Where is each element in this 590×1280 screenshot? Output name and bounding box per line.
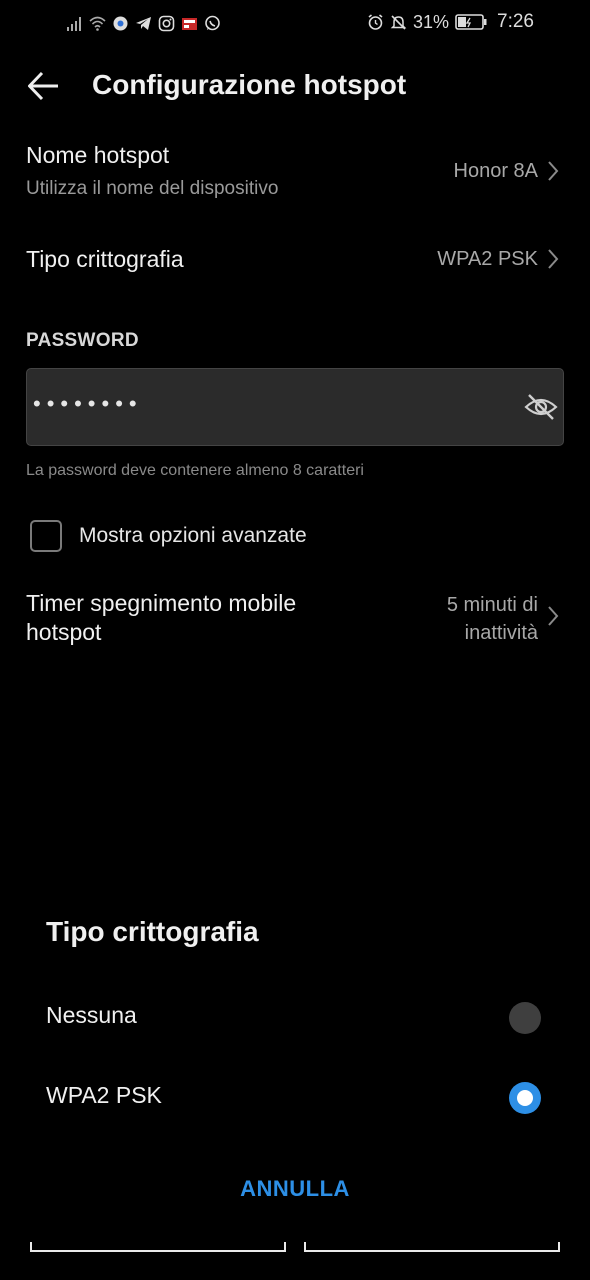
timer-label: Timer spegnimento mobile hotspot [26,589,296,647]
option-wpa2[interactable]: WPA2 PSK [0,1062,590,1132]
password-hint: La password deve contenere almeno 8 cara… [26,462,364,479]
chevron-right-icon [548,606,559,626]
page-title: Configurazione hotspot [92,69,407,100]
hotspot-name-label: Nome hotspot [26,142,170,168]
timer-value-line2: inattività [464,622,538,644]
whatsapp-icon [205,15,220,30]
timer-row[interactable]: Timer spegnimento mobile hotspot 5 minut… [0,585,590,655]
hotspot-name-value: Honor 8A [453,160,539,182]
encryption-label: Tipo crittografia [26,246,184,272]
instagram-icon [158,15,175,31]
encryption-row[interactable]: Tipo crittografia WPA2 PSK [0,230,590,290]
encryption-dialog: Tipo crittografia Nessuna WPA2 PSK ANNUL… [0,880,590,1280]
dialog-title: Tipo crittografia [46,916,259,947]
clock: 7:26 [497,11,534,32]
chevron-right-icon [548,249,559,269]
mute-notifications-icon [390,14,407,30]
password-section-header: PASSWORD [26,330,139,351]
hotspot-name-sub: Utilizza il nome del dispositivo [26,178,279,199]
vpn-icon [113,16,128,30]
timer-value: 5 minuti di inattività [447,591,538,647]
wifi-icon [89,16,106,31]
option-wpa2-label: WPA2 PSK [46,1082,162,1108]
advanced-options-checkbox[interactable] [30,520,62,552]
battery-percent: 31% [412,11,450,32]
battery-icon [455,14,487,30]
status-bar: 31% 7:26 [0,0,590,46]
eye-off-icon[interactable] [523,389,559,425]
cancel-button[interactable]: ANNULLA [0,1176,590,1202]
nav-bar-right [304,1242,560,1252]
option-none[interactable]: Nessuna [0,982,590,1052]
timer-label-line1: Timer spegnimento mobile [26,590,297,616]
app-bar: Configurazione hotspot [0,56,590,116]
encryption-value: WPA2 PSK [437,248,538,270]
alarm-icon [368,13,383,30]
news-icon [182,17,197,30]
chevron-right-icon [548,161,559,181]
password-field[interactable]: •••••••• [26,368,564,446]
timer-label-line2: hotspot [26,619,102,645]
hotspot-name-row[interactable]: Nome hotspot Utilizza il nome del dispos… [0,130,590,216]
status-right-icons: 31% 7:26 [367,10,534,34]
password-value: •••••••• [33,391,143,416]
option-wpa2-radio[interactable] [509,1082,541,1114]
back-arrow-icon[interactable] [26,68,62,104]
option-none-label: Nessuna [46,1002,137,1028]
signal-icon [67,16,81,31]
nav-bar-left [30,1242,286,1252]
option-none-radio[interactable] [509,1002,541,1034]
timer-value-line1: 5 minuti di [446,594,538,616]
advanced-options-label[interactable]: Mostra opzioni avanzate [79,524,307,548]
telegram-icon [136,16,151,30]
status-left-icons [66,12,221,34]
